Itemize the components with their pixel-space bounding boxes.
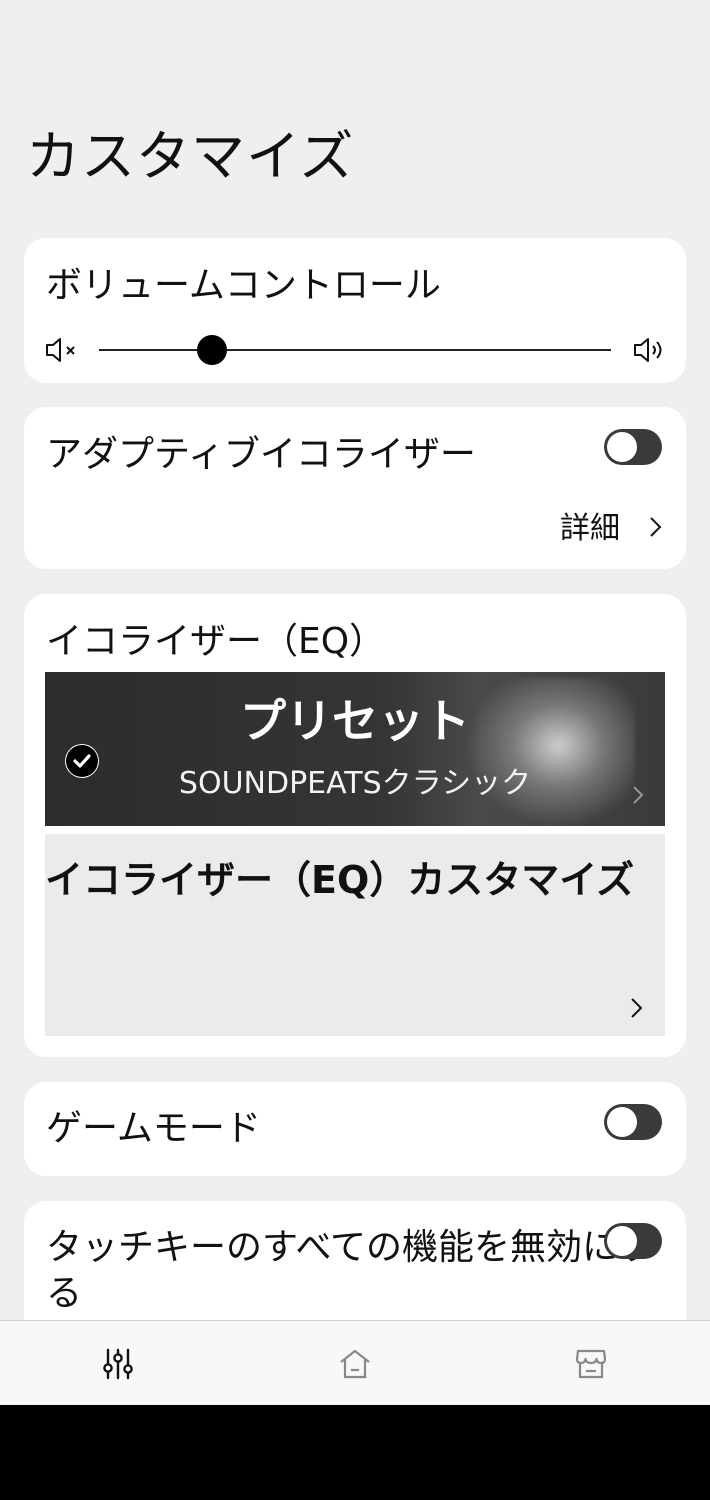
chevron-right-icon [631,784,645,810]
preset-selected-name: SOUNDPEATSクラシック [178,766,532,801]
adaptive-eq-toggle[interactable] [604,429,662,465]
page-title: カスタマイズ [26,125,355,188]
adaptive-eq-details-link[interactable]: 詳細 [554,507,674,551]
volume-control-title: ボリュームコントロール [46,265,441,306]
game-mode-toggle[interactable] [604,1104,662,1140]
details-label: 詳細 [560,511,620,546]
volume-max-icon[interactable] [632,336,668,364]
toggle-knob [607,1107,637,1137]
eq-preset-banner[interactable]: プリセット SOUNDPEATSクラシック [45,672,665,826]
nav-home[interactable] [330,1339,380,1389]
toggle-knob [607,432,637,462]
touch-keys-toggle[interactable] [604,1223,662,1259]
game-mode-card: ゲームモード [24,1082,686,1176]
bottom-navigation [0,1320,710,1406]
nav-customize[interactable] [93,1339,143,1389]
eq-customize-row[interactable]: イコライザー（EQ）カスタマイズ [45,834,665,1036]
home-icon [340,1349,370,1379]
touch-keys-card: タッチキーのすべての機能を無効にする [24,1201,686,1320]
store-icon [575,1349,607,1379]
adaptive-eq-title: アダプティブイコライザー [46,434,476,475]
touch-keys-title: タッチキーのすべての機能を無効にする [46,1227,655,1314]
game-mode-title: ゲームモード [46,1108,261,1149]
volume-slider-track[interactable] [99,349,611,351]
chevron-right-icon [629,996,645,1024]
volume-mute-icon[interactable] [44,336,80,364]
nav-store[interactable] [566,1339,616,1389]
preset-title: プリセット [240,694,470,748]
eq-customize-label: イコライザー（EQ）カスタマイズ [45,858,635,902]
adaptive-eq-card: アダプティブイコライザー 詳細 [24,407,686,569]
volume-control-card: ボリュームコントロール [24,238,686,383]
chevron-right-icon [648,515,664,543]
toggle-knob [607,1226,637,1256]
equalizer-card: イコライザー（EQ） プリセット SOUNDPEATSクラシック イコライザー（… [24,594,686,1057]
equalizer-sliders-icon [103,1348,133,1380]
volume-slider-thumb[interactable] [196,335,227,365]
equalizer-title: イコライザー（EQ） [46,621,386,662]
system-navigation-bar [0,1405,710,1500]
